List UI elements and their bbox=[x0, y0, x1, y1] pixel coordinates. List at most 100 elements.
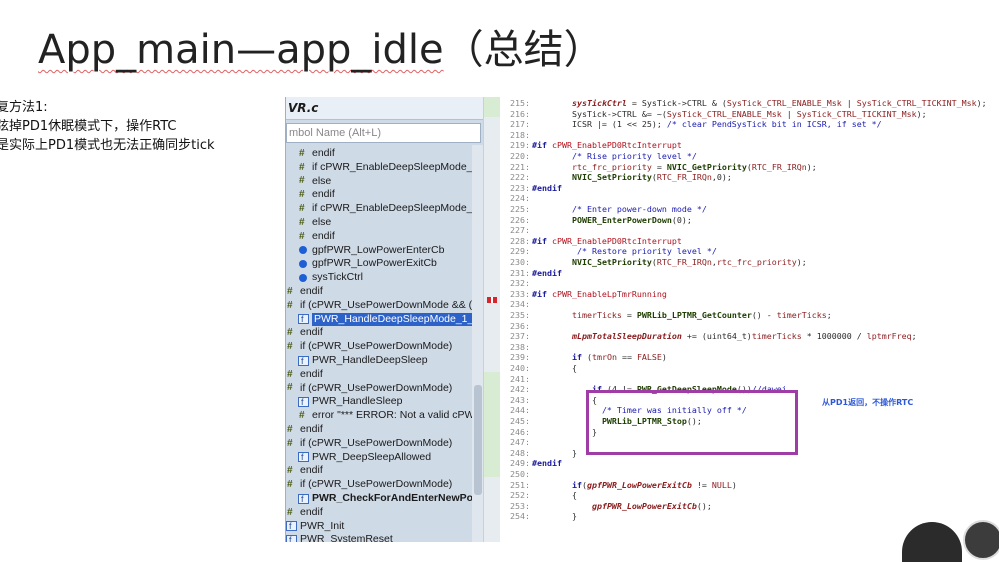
code-line[interactable]: 225: /* Enter power-down mode */ bbox=[500, 204, 999, 215]
panel-scrollbar-thumb[interactable] bbox=[474, 385, 482, 495]
code-token: #if bbox=[532, 288, 552, 299]
code-line[interactable]: 222: NVIC_SetPriority(RTC_FR_IRQn,0); bbox=[500, 172, 999, 183]
code-editor[interactable]: 215: sysTickCtrl = SysTick->CTRL & (SysT… bbox=[500, 97, 999, 542]
symbol-tree-item[interactable]: sysTickCtrl bbox=[286, 271, 484, 285]
symbol-tree-item[interactable]: endif bbox=[286, 368, 484, 382]
hash-icon bbox=[286, 466, 297, 476]
symbol-tree-item-label: PWR_HandleDeepSleepMode_1_2_3_4 bbox=[312, 312, 484, 327]
code-line[interactable]: 215: sysTickCtrl = SysTick->CTRL & (SysT… bbox=[500, 98, 999, 109]
symbol-tree-item[interactable]: if cPWR_EnableDeepSleepMode_4 bbox=[286, 202, 484, 216]
symbol-tree-item[interactable]: endif bbox=[286, 230, 484, 244]
code-line[interactable]: 232: bbox=[500, 278, 999, 289]
symbol-tree-item[interactable]: PWR_HandleSleep bbox=[286, 395, 484, 409]
line-number: 238: bbox=[510, 341, 530, 352]
symbol-tree-item[interactable]: gpfPWR_LowPowerEnterCb bbox=[286, 244, 484, 258]
symbol-tree-item[interactable]: endif bbox=[286, 326, 484, 340]
symbol-tree-item[interactable]: if (cPWR_UsePowerDownMode) bbox=[286, 437, 484, 451]
code-line[interactable]: 226: POWER_EnterPowerDown(0); bbox=[500, 215, 999, 226]
code-line[interactable]: 237: mLpmTotalSleepDuration += (uint64_t… bbox=[500, 331, 999, 342]
symbol-tree-item[interactable]: endif bbox=[286, 506, 484, 520]
code-line[interactable]: 219: #if cPWR_EnablePD0RtcInterrupt bbox=[500, 140, 999, 151]
panel-file-tab[interactable]: VR.c bbox=[286, 97, 484, 120]
symbol-tree-item-label: else bbox=[312, 215, 332, 228]
code-line[interactable]: 239: if (tmrOn == FALSE) bbox=[500, 352, 999, 363]
code-line[interactable]: 238: bbox=[500, 342, 999, 353]
code-line[interactable]: 221: rtc_frc_priority = NVIC_GetPriority… bbox=[500, 162, 999, 173]
code-line[interactable]: 253: gpfPWR_LowPowerExitCb(); bbox=[500, 501, 999, 512]
symbol-tree-item[interactable]: if (cPWR_UsePowerDownMode) bbox=[286, 478, 484, 492]
slide-title: App_main—app_idle（总结） bbox=[38, 22, 604, 78]
code-line[interactable]: 227: bbox=[500, 225, 999, 236]
symbol-tree-item-label: endif bbox=[300, 464, 323, 477]
code-line[interactable]: 218: bbox=[500, 130, 999, 141]
line-number: 228: bbox=[510, 235, 530, 246]
code-line[interactable]: 224: bbox=[500, 193, 999, 204]
symbol-tree-item[interactable]: PWR_CheckForAndEnterNewPowerStat bbox=[286, 492, 484, 506]
symbol-tree-item[interactable]: gpfPWR_LowPowerExitCb bbox=[286, 257, 484, 271]
symbol-tree-item[interactable]: if (cPWR_UsePowerDownMode) bbox=[286, 340, 484, 354]
code-line[interactable]: 233: #if cPWR_EnableLpTmrRunning bbox=[500, 289, 999, 300]
symbol-search-input[interactable]: mbol Name (Alt+L) bbox=[286, 123, 481, 143]
symbol-tree-item[interactable]: if (cPWR_UsePowerDownMode && (cPWR_I bbox=[286, 299, 484, 313]
bookmark-icon[interactable] bbox=[487, 297, 497, 303]
symbol-tree-item[interactable]: endif bbox=[286, 423, 484, 437]
hash-icon bbox=[286, 328, 297, 338]
symbol-tree-item[interactable]: else bbox=[286, 175, 484, 189]
symbol-tree-item[interactable]: PWR_Init bbox=[286, 520, 484, 533]
code-token: = bbox=[651, 161, 667, 172]
function-icon bbox=[286, 534, 297, 542]
code-token: rtc_frc_priority bbox=[716, 257, 797, 267]
symbol-tree-item[interactable]: endif bbox=[286, 464, 484, 478]
symbol-tree-item[interactable]: endif bbox=[286, 285, 484, 299]
symbol-tree-item-label: endif bbox=[312, 147, 335, 159]
symbol-tree-item[interactable]: PWR_SystemReset bbox=[286, 533, 484, 542]
symbol-tree-item[interactable]: PWR_HandleDeepSleepMode_1_2_3_4 bbox=[286, 312, 484, 327]
line-number: 253: bbox=[510, 500, 530, 511]
function-icon bbox=[286, 520, 297, 533]
code-line[interactable]: 223: #endif bbox=[500, 183, 999, 194]
code-token: #endif bbox=[532, 182, 562, 193]
code-line[interactable]: 241: bbox=[500, 374, 999, 385]
line-number: 234: bbox=[510, 299, 530, 310]
symbol-tree-item[interactable]: endif bbox=[286, 188, 484, 202]
code-token: NVIC_SetPriority bbox=[571, 257, 652, 267]
code-line[interactable]: 236: bbox=[500, 321, 999, 332]
hash-icon bbox=[286, 342, 297, 352]
code-line[interactable]: 230: NVIC_SetPriority(RTC_FR_IRQn,rtc_fr… bbox=[500, 257, 999, 268]
code-token: += (uint64_t) bbox=[681, 331, 752, 342]
symbol-tree-item[interactable]: if cPWR_EnableDeepSleepMode_3 bbox=[286, 161, 484, 175]
hash-icon bbox=[286, 383, 297, 393]
slide-menu-button[interactable] bbox=[963, 520, 999, 560]
symbol-tree-item-label: PWR_HandleDeepSleep bbox=[312, 353, 428, 366]
code-line[interactable]: 254: } bbox=[500, 511, 999, 522]
symbol-tree-item[interactable]: else bbox=[286, 216, 484, 230]
symbol-tree-item[interactable]: endif bbox=[286, 147, 484, 161]
line-number: 239: bbox=[510, 352, 530, 363]
code-token: rtc_frc_priority bbox=[571, 161, 652, 172]
symbol-tree-item-label: if (cPWR_UsePowerDownMode) bbox=[300, 381, 453, 394]
code-line[interactable]: 220: /* Rise priority level */ bbox=[500, 151, 999, 162]
code-line[interactable]: 234: bbox=[500, 299, 999, 310]
code-line[interactable]: 216: SysTick->CTRL &= ~(SysTick_CTRL_ENA… bbox=[500, 109, 999, 120]
line-number: 222: bbox=[510, 172, 530, 183]
code-token: SysTick_CTRL_TICKINT_Msk bbox=[856, 98, 977, 108]
symbol-tree-item[interactable]: PWR_HandleDeepSleep bbox=[286, 354, 484, 368]
symbol-tree-item[interactable]: error "*** ERROR: Not a valid cPWR_Sleep bbox=[286, 409, 484, 423]
code-line[interactable]: 231: #endif bbox=[500, 268, 999, 279]
code-line[interactable]: 240: { bbox=[500, 363, 999, 374]
code-line[interactable]: 235: timerTicks = PWRLib_LPTMR_GetCounte… bbox=[500, 310, 999, 321]
code-line[interactable]: 228: #if cPWR_EnablePD0RtcInterrupt bbox=[500, 236, 999, 247]
code-token: ) bbox=[731, 479, 737, 490]
symbol-tree-item[interactable]: if (cPWR_UsePowerDownMode) bbox=[286, 382, 484, 396]
line-number: 244: bbox=[510, 405, 530, 416]
code-line[interactable]: 249: #endif bbox=[500, 458, 999, 469]
code-line[interactable]: 250: bbox=[500, 469, 999, 480]
symbol-tree-item[interactable]: PWR_DeepSleepAllowed bbox=[286, 451, 484, 464]
code-token: ); bbox=[806, 161, 817, 172]
code-line[interactable]: 229: /* Restore priority level */ bbox=[500, 246, 999, 257]
code-line[interactable]: 252: { bbox=[500, 490, 999, 501]
code-line[interactable]: 251: if(gpfPWR_LowPowerExitCb != NULL) bbox=[500, 480, 999, 491]
code-line[interactable]: 217: ICSR |= (1 << 25); /* clear PendSys… bbox=[500, 119, 999, 130]
